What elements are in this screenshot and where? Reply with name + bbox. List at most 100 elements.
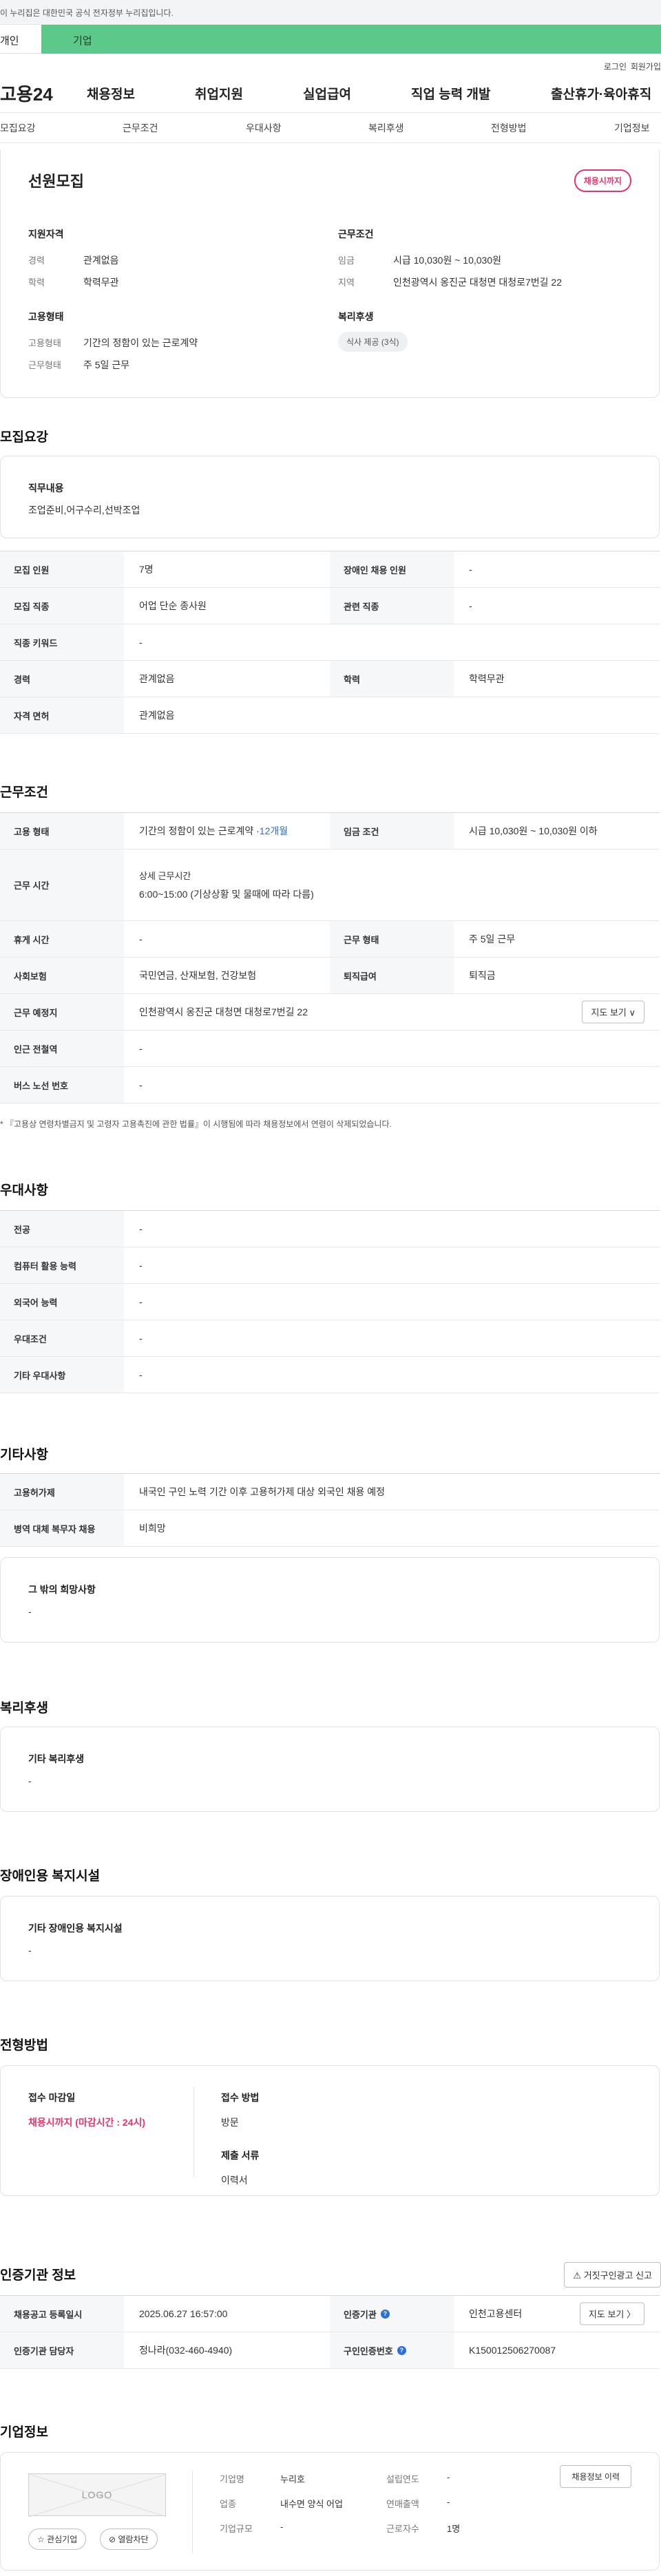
map-view-button[interactable]: 지도 보기 ∨ — [582, 1000, 644, 1024]
report-icon: ⚠ — [573, 2270, 584, 2281]
welfare-section-title: 복리후생 — [0, 1701, 48, 1715]
tab-enterprise[interactable]: 기업 — [41, 25, 661, 54]
recruit-table: 모집 인원 7명 장애인 채용 인원 - 모집 직종 어업 단순 종사원 관련 … — [0, 551, 660, 734]
favorite-company-button[interactable]: ☆ 관심기업 — [28, 2529, 87, 2550]
duty-card: 직무내용 조업준비,어구수리,선박조업 — [0, 456, 660, 538]
subnav-work[interactable]: 근무조건 — [123, 121, 158, 135]
false-ad-report-button[interactable]: ⚠ 거짓구인광고 신고 — [564, 2262, 661, 2288]
duty-value: 조업준비,어구수리,선박조업 — [28, 505, 140, 516]
table-header-cell: 근무 시간 — [0, 849, 124, 920]
qual-edu-value: 학력무관 — [83, 277, 119, 288]
info-icon[interactable]: ? — [380, 2309, 390, 2319]
company-name-label: 기업명 — [220, 2474, 244, 2484]
gnb-menu-unemployment[interactable]: 실업급여 — [303, 84, 351, 103]
table-header-cell: 학력 — [330, 661, 454, 697]
welfare-label: 기타 복리후생 — [28, 1753, 85, 1764]
subnav-welfare[interactable]: 복리후생 — [368, 121, 404, 135]
method-label: 접수 방법 — [221, 2092, 260, 2103]
divider — [193, 2087, 194, 2177]
user-type-tabs: 개인 기업 — [0, 25, 661, 54]
block-label: 열람차단 — [118, 2535, 149, 2544]
table-cell: - — [469, 600, 472, 611]
site-logo[interactable]: 고용24 — [0, 81, 83, 106]
subnav-recruit[interactable]: 모집요강 — [0, 121, 36, 135]
table-header-cell: 퇴직급여 — [330, 958, 454, 993]
welfare-value: - — [28, 1775, 32, 1786]
table-row: 채용공고 등록일시 2025.06.27 16:57:00 인증기관? 인천고용… — [0, 2296, 660, 2332]
emp-heading: 고용형태 — [28, 311, 64, 322]
global-nav: 고용24 채용정보 취업지원 실업급여 직업 능력 개발 출산휴가·육아휴직 — [0, 74, 661, 113]
gnb-menu-jobs[interactable]: 채용정보 — [87, 84, 135, 103]
cert-label: 구인인증번호 — [344, 2345, 393, 2356]
table-row: 모집 직종 어업 단순 종사원 관련 직종 - — [0, 588, 660, 624]
table-header-cell: 모집 인원 — [0, 551, 124, 587]
welfare-chip: 식사 제공 (3식) — [338, 332, 408, 352]
table-header-cell: 병역 대체 복무자 채용 — [0, 1510, 124, 1546]
table-cell: 비희망 — [139, 1523, 166, 1534]
utility-bar: 로그인 회원가입 — [0, 54, 661, 74]
table-header-cell: 기타 우대사항 — [0, 1357, 124, 1393]
company-revenue-label: 연매출액 — [386, 2499, 419, 2509]
table-row: 근무 예정지 인천광역시 옹진군 대청면 대청로7번길 22 지도 보기 ∨ — [0, 994, 660, 1031]
table-cell: - — [139, 1296, 143, 1307]
table-cell: - — [139, 1079, 143, 1090]
table-cell: 국민연금, 산재보험, 건강보험 — [139, 970, 257, 981]
table-header-cell: 직종 키워드 — [0, 624, 124, 660]
table-header-cell: 전공 — [0, 1211, 124, 1247]
login-link[interactable]: 로그인 — [604, 61, 627, 72]
table-row: 경력 관계없음 학력 학력무관 — [0, 661, 660, 697]
section-subnav: 모집요강 근무조건 우대사항 복리후생 전형방법 기업정보 — [0, 113, 661, 143]
org-map-button[interactable]: 지도 보기 〉 — [579, 2302, 644, 2325]
other-wishes-value: - — [28, 1606, 32, 1617]
table-header-cell: 근무 예정지 — [0, 994, 124, 1030]
table-row: 근무 시간 상세 근무시간 6:00~15:00 (기상상황 및 물때에 따라 … — [0, 849, 660, 921]
table-cell: 관계없음 — [139, 673, 175, 684]
table-header-cell: 채용공고 등록일시 — [0, 2296, 124, 2332]
table-cell: 2025.06.27 16:57:00 — [139, 2308, 228, 2319]
company-founded-label: 설립연도 — [386, 2474, 419, 2484]
table-row: 휴게 시간 - 근무 형태 주 5일 근무 — [0, 921, 660, 958]
table-header-cell: 경력 — [0, 661, 124, 697]
table-row: 기타 우대사항 - — [0, 1357, 660, 1393]
gnb-menu-training[interactable]: 직업 능력 개발 — [411, 84, 490, 103]
info-icon[interactable]: ? — [397, 2345, 406, 2355]
company-size-label: 기업규모 — [220, 2524, 253, 2534]
table-header-cell: 외국어 능력 — [0, 1284, 124, 1320]
cond-wage-label: 임금 — [338, 255, 355, 266]
table-header-cell: 휴게 시간 — [0, 921, 124, 957]
cond-region-value: 인천광역시 옹진군 대청면 대청로7번길 22 — [393, 277, 562, 288]
company-revenue-value: - — [447, 2497, 450, 2507]
tab-enterprise-label: 기업 — [73, 35, 92, 47]
table-row: 고용허가제 내국인 구인 노력 기간 이후 고용허가제 대상 외국인 채용 예정 — [0, 1474, 660, 1510]
emp-type-months: 12개월 — [259, 825, 288, 836]
gnb-menu-leave[interactable]: 출산휴가·육아휴직 — [551, 84, 651, 103]
subnav-company[interactable]: 기업정보 — [614, 121, 650, 135]
table-cell: - — [139, 637, 143, 648]
gnb-menu-support[interactable]: 취업지원 — [195, 84, 243, 103]
method-value: 방문 — [221, 2117, 239, 2128]
company-industry-value: 내수면 양식 어업 — [280, 2499, 343, 2509]
qual-career-label: 경력 — [28, 255, 45, 266]
join-link[interactable]: 회원가입 — [631, 61, 661, 72]
table-row: 고용 형태 기간의 정함이 있는 근로계약 · 12개월 임금 조건 시급 10… — [0, 813, 660, 849]
emp-form-label: 근무형태 — [28, 360, 61, 370]
tab-individual[interactable]: 개인 — [0, 25, 41, 54]
table-header-cell: 사회보험 — [0, 958, 124, 993]
company-industry-label: 업종 — [220, 2499, 236, 2509]
hiring-history-button[interactable]: 채용정보 이력 — [560, 2465, 631, 2488]
company-card: LOGO ☆ 관심기업 ⊘ 열람차단 기업명 누리호 설립연도 - 업종 내수면… — [0, 2452, 660, 2570]
block-view-button[interactable]: ⊘ 열람차단 — [100, 2529, 158, 2550]
table-row: 자격 면허 관계없음 — [0, 697, 660, 734]
docs-value: 이력서 — [221, 2175, 248, 2186]
company-employees-value: 1명 — [447, 2524, 461, 2534]
table-cell: K150012506270087 — [469, 2345, 556, 2356]
company-section-title: 기업정보 — [0, 2425, 48, 2440]
deadline-label: 접수 마감일 — [28, 2092, 76, 2103]
subnav-selection[interactable]: 전형방법 — [491, 121, 527, 135]
table-header-cell: 컴퓨터 활용 능력 — [0, 1247, 124, 1283]
subnav-pref[interactable]: 우대사항 — [246, 121, 282, 135]
deadline-value: 채용시까지 (마감시간 : 24시) — [28, 2117, 146, 2128]
welfare-card: 기타 복리후생 - — [0, 1727, 660, 1812]
disab-section-title: 장애인용 복지시설 — [0, 1869, 101, 1883]
org-value: 인천고용센터 — [469, 2308, 523, 2319]
